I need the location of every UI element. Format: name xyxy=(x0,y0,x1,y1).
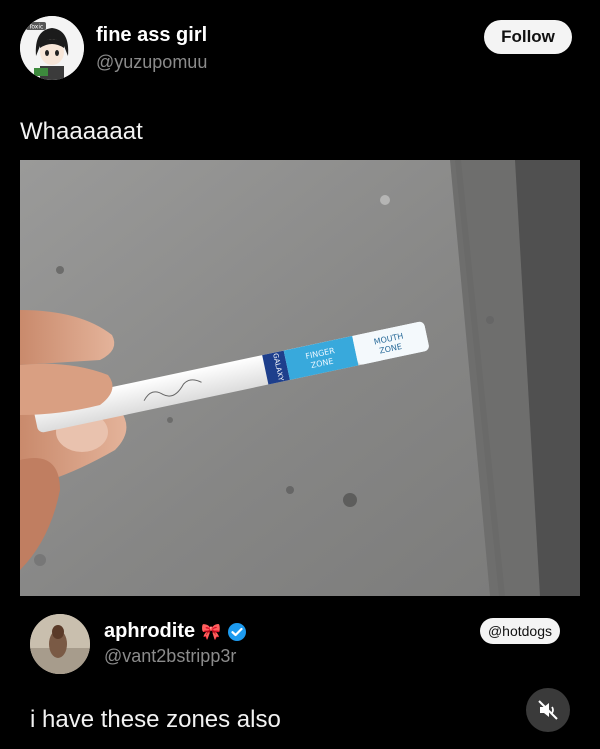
author-avatar[interactable]: Toxic xyxy=(20,16,84,80)
photo-avatar-icon xyxy=(30,614,90,674)
anime-avatar-icon: Toxic xyxy=(20,16,84,80)
post-header: Toxic fine ass girl @yuzupomuu Follow xyxy=(20,16,580,82)
post-text: Whaaaaaat xyxy=(20,118,143,145)
quote-text: i have these zones also xyxy=(30,706,281,733)
follow-button[interactable]: Follow xyxy=(484,20,572,54)
post-photo[interactable]: GALAXY FINGER ZONE MOUTH ZONE xyxy=(20,160,580,596)
author-name[interactable]: fine ass girl xyxy=(96,24,207,47)
quote-author-avatar[interactable] xyxy=(30,614,90,674)
quoted-post[interactable]: aphrodite 🎀 @vant2bstripp3r @hotdogs i h… xyxy=(0,596,600,749)
speaker-muted-icon xyxy=(538,700,558,720)
verified-check-icon xyxy=(228,622,247,641)
screen: Toxic fine ass girl @yuzupomuu Follow Wh… xyxy=(0,0,600,749)
hotdogs-badge[interactable]: @hotdogs xyxy=(479,618,560,644)
quote-author-name: aphrodite xyxy=(104,620,196,642)
quote-author-name-row[interactable]: aphrodite 🎀 xyxy=(104,620,247,643)
mute-button[interactable] xyxy=(526,688,570,732)
author-handle[interactable]: @yuzupomuu xyxy=(96,52,207,73)
avatar-badge-text: Toxic xyxy=(28,24,44,31)
quote-author-handle[interactable]: @vant2bstripp3r xyxy=(104,646,236,667)
bow-emoji: 🎀 xyxy=(201,623,222,641)
cigarette-photo: GALAXY FINGER ZONE MOUTH ZONE xyxy=(20,160,580,596)
